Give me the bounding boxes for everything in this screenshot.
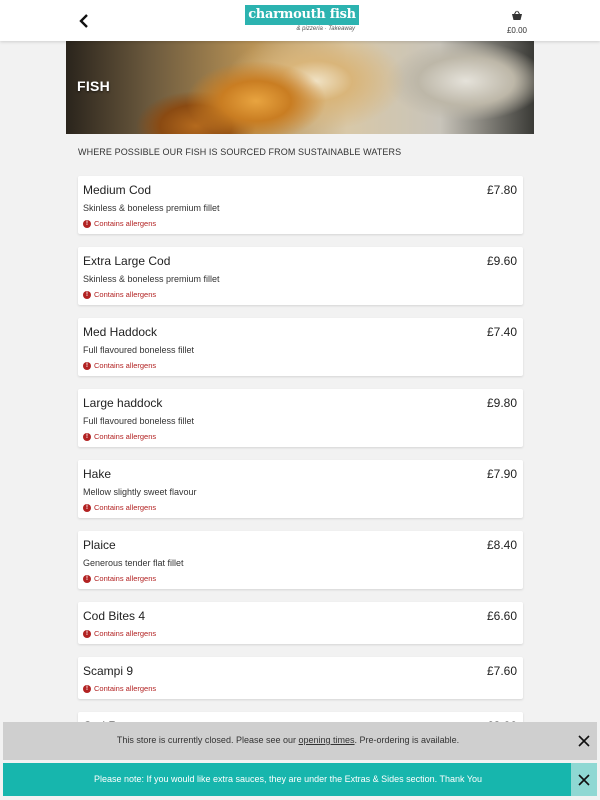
menu-item-card[interactable]: Extra Large Cod £9.60 Skinless & boneless … xyxy=(78,247,523,305)
menu-item-description: Skinless & boneless premium fillet xyxy=(83,274,220,284)
menu-item-price: £7.40 xyxy=(486,325,517,339)
opening-times-link[interactable]: opening times xyxy=(298,735,354,745)
menu-item-price: £9.80 xyxy=(486,396,517,410)
menu-item-name: Med Haddock xyxy=(83,325,158,339)
allergen-warning-icon: ! xyxy=(83,290,91,299)
menu-item-price: £8.40 xyxy=(486,538,517,552)
menu-item-card[interactable]: Hake £7.90 Mellow slightly sweet flavour! C… xyxy=(78,460,523,518)
sauces-notice-banner: Please note: If you would like extra sau… xyxy=(3,763,597,796)
menu-item-name: Plaice xyxy=(83,538,116,552)
menu-item-description: Skinless & boneless premium fillet xyxy=(83,203,220,213)
menu-item-card[interactable]: Large haddock £9.80 Full flavoured boneles… xyxy=(78,389,523,447)
menu-item-card[interactable]: Medium Cod £7.80 Skinless & boneless premi… xyxy=(78,176,523,234)
allergen-warning-icon: ! xyxy=(83,361,91,370)
menu-item-name: Extra Large Cod xyxy=(83,254,171,268)
menu-item-description: Generous tender flat fillet xyxy=(83,558,184,568)
allergen-warning-icon: ! xyxy=(83,684,91,693)
menu-item-name: Hake xyxy=(83,467,112,481)
allergen-indicator[interactable]: !Contains allergens xyxy=(83,684,156,693)
allergen-indicator[interactable]: !Contains allergens xyxy=(83,503,156,512)
category-title: FISH xyxy=(77,78,111,94)
allergen-label: Contains allergens xyxy=(94,361,157,370)
menu-item-price: £7.80 xyxy=(486,183,517,197)
allergen-indicator[interactable]: !Contains allergens xyxy=(83,629,156,638)
basket-total: £0.00 xyxy=(506,26,528,35)
allergen-label: Contains allergens xyxy=(94,574,157,583)
store-logo[interactable]: charmouth fish bar & pizzeria · Takeaway xyxy=(245,5,359,42)
allergen-warning-icon: ! xyxy=(83,574,91,583)
allergen-label: Contains allergens xyxy=(94,503,157,512)
menu-item-card[interactable]: Med Haddock £7.40 Full flavoured boneless … xyxy=(78,318,523,376)
menu-item-card[interactable]: Scampi 9 £7.60! Contains allergens xyxy=(78,657,523,699)
menu-item-name: Cod Bites 4 xyxy=(83,609,146,623)
allergen-label: Contains allergens xyxy=(94,290,157,299)
allergen-indicator[interactable]: !Contains allergens xyxy=(83,574,156,583)
allergen-warning-icon: ! xyxy=(83,503,91,512)
menu-item-price: £9.60 xyxy=(486,254,517,268)
allergen-warning-icon: ! xyxy=(83,432,91,441)
allergen-label: Contains allergens xyxy=(94,684,157,693)
app-header: charmouth fish bar & pizzeria · Takeaway… xyxy=(0,0,600,42)
allergen-indicator[interactable]: !Contains allergens xyxy=(83,432,156,441)
allergen-indicator[interactable]: !Contains allergens xyxy=(83,219,156,228)
menu-item-card[interactable]: Cod Bites 4 £6.60! Contains allergens xyxy=(78,602,523,644)
allergen-warning-icon: ! xyxy=(83,629,91,638)
menu-item-description: Full flavoured boneless fillet xyxy=(83,345,195,355)
allergen-label: Contains allergens xyxy=(94,629,157,638)
close-icon xyxy=(578,735,590,747)
category-hero-image: FISH xyxy=(66,41,534,134)
menu-item-description: Full flavoured boneless fillet xyxy=(83,416,195,426)
menu-item-price: £6.60 xyxy=(486,609,517,623)
logo-sub-text: & pizzeria · Takeaway xyxy=(296,26,355,32)
closed-text-pre: This store is currently closed. Please s… xyxy=(116,735,299,745)
menu-item-name: Large haddock xyxy=(83,396,163,410)
basket-icon xyxy=(512,10,522,20)
back-button[interactable] xyxy=(74,10,94,32)
allergen-label: Contains allergens xyxy=(94,432,157,441)
allergen-indicator[interactable]: !Contains allergens xyxy=(83,361,156,370)
menu-item-card[interactable]: Plaice £8.40 Generous tender flat fillet! C… xyxy=(78,531,523,589)
menu-item-price: £7.60 xyxy=(486,664,517,678)
allergen-indicator[interactable]: !Contains allergens xyxy=(83,290,156,299)
allergen-label: Contains allergens xyxy=(94,219,157,228)
menu-item-price: £7.90 xyxy=(486,467,517,481)
menu-item-name: Medium Cod xyxy=(83,183,152,197)
store-closed-message: This store is currently closed. Please s… xyxy=(3,735,573,745)
store-closed-banner: This store is currently closed. Please s… xyxy=(3,722,597,760)
close-icon xyxy=(578,773,590,786)
logo-main-text: charmouth fish bar xyxy=(245,5,359,42)
close-closed-banner-button[interactable] xyxy=(571,722,597,760)
closed-text-post: . Pre-ordering is available. xyxy=(354,735,460,745)
close-notice-banner-button[interactable] xyxy=(571,763,597,796)
basket-button[interactable]: £0.00 xyxy=(504,8,530,35)
allergen-warning-icon: ! xyxy=(83,219,91,228)
menu-item-description: Mellow slightly sweet flavour xyxy=(83,487,197,497)
section-note: WHERE POSSIBLE OUR FISH IS SOURCED FROM … xyxy=(78,147,402,157)
menu-item-name: Scampi 9 xyxy=(83,664,134,678)
chevron-left-icon xyxy=(79,14,88,28)
sauces-notice-text: Please note: If you would like extra sau… xyxy=(93,774,483,784)
